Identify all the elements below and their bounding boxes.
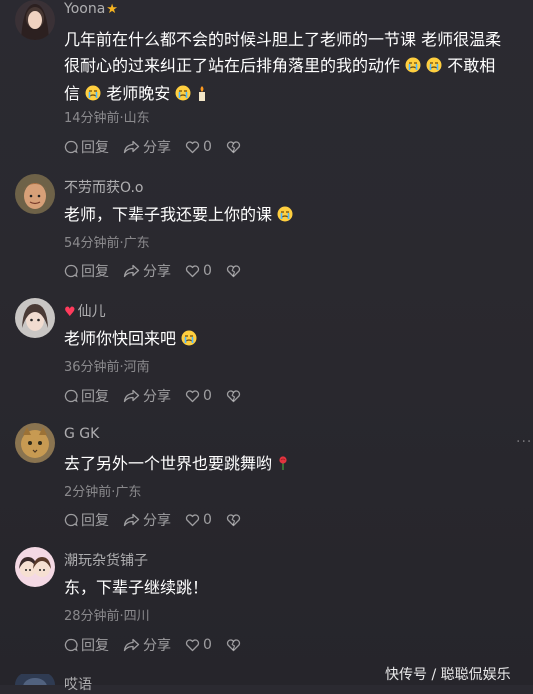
share-icon — [123, 513, 140, 527]
username[interactable]: ♥ 仙儿 — [64, 301, 106, 321]
comment-text: 东，下辈子继续跳！ — [64, 578, 209, 597]
heart-icon — [185, 514, 200, 527]
comment-actions: 回复 分享 0 — [64, 387, 255, 405]
like-count: 0 — [203, 263, 212, 279]
star-icon: ★ — [106, 2, 118, 17]
share-button[interactable]: 分享 — [123, 261, 171, 281]
share-button[interactable]: 分享 — [123, 635, 171, 655]
crying-emoji-icon — [405, 55, 421, 81]
comment-meta: 14分钟前·山东 — [64, 111, 150, 126]
share-button[interactable]: 分享 — [123, 137, 171, 157]
like-button[interactable]: 0 — [185, 263, 212, 279]
comment-text: 老师你快回来吧 — [64, 326, 522, 354]
like-count: 0 — [203, 388, 212, 404]
dislike-button[interactable] — [226, 140, 241, 154]
avatar[interactable] — [15, 423, 55, 463]
like-count: 0 — [203, 139, 212, 155]
username[interactable]: 哎语 — [64, 674, 92, 694]
reply-button[interactable]: 回复 — [64, 261, 109, 281]
heart-icon — [185, 639, 200, 652]
broken-heart-icon — [226, 141, 241, 154]
reply-icon — [64, 638, 78, 652]
avatar[interactable] — [15, 298, 55, 338]
comment-text: 去了另外一个世界也要跳舞哟 — [64, 451, 522, 479]
reply-icon — [64, 264, 78, 278]
broken-heart-icon — [226, 514, 241, 527]
dislike-button[interactable] — [226, 264, 241, 278]
heart-icon — [185, 141, 200, 154]
comment-actions: 回复 分享 0 — [64, 262, 255, 280]
broken-heart-icon — [226, 390, 241, 403]
rose-icon — [277, 453, 289, 479]
more-options-button[interactable]: ··· — [516, 434, 532, 450]
crying-emoji-icon — [175, 83, 191, 109]
username[interactable]: Yoona★ — [64, 1, 118, 17]
reply-button[interactable]: 回复 — [64, 635, 109, 655]
reply-button[interactable]: 回复 — [64, 386, 109, 406]
reply-button[interactable]: 回复 — [64, 510, 109, 530]
comment-meta: 2分钟前·广东 — [64, 485, 142, 500]
share-button[interactable]: 分享 — [123, 510, 171, 530]
avatar[interactable] — [15, 547, 55, 587]
comment-text: 老师，下辈子我还要上你的课 — [64, 202, 522, 230]
like-button[interactable]: 0 — [185, 637, 212, 653]
like-button[interactable]: 0 — [185, 388, 212, 404]
username[interactable]: 潮玩杂货铺子 — [64, 550, 148, 570]
dislike-button[interactable] — [226, 513, 241, 527]
crying-emoji-icon — [181, 328, 197, 354]
heart-icon — [185, 265, 200, 278]
reply-icon — [64, 389, 78, 403]
like-count: 0 — [203, 512, 212, 528]
comment-text: 几年前在什么都不会的时候斗胆上了老师的一节课 老师很温柔 很耐心的过来纠正了站在… — [64, 27, 522, 109]
like-button[interactable]: 0 — [185, 512, 212, 528]
username[interactable]: G GK — [64, 426, 99, 442]
reply-icon — [64, 140, 78, 154]
share-icon — [123, 638, 140, 652]
share-icon — [123, 389, 140, 403]
reply-button[interactable]: 回复 — [64, 137, 109, 157]
comment-meta: 36分钟前·河南 — [64, 360, 150, 375]
broken-heart-icon — [226, 265, 241, 278]
avatar[interactable] — [15, 174, 55, 214]
avatar[interactable] — [15, 672, 55, 685]
like-count: 0 — [203, 637, 212, 653]
comment-actions: 回复 分享 0 — [64, 511, 255, 529]
username[interactable]: 不劳而获O.o — [64, 177, 143, 197]
broken-heart-icon — [226, 639, 241, 652]
comment-actions: 回复 分享 0 — [64, 138, 255, 156]
crying-emoji-icon — [277, 204, 293, 230]
watermark: 快传号 / 聪聪侃娱乐 — [385, 667, 511, 683]
dislike-button[interactable] — [226, 389, 241, 403]
like-button[interactable]: 0 — [185, 139, 212, 155]
avatar[interactable] — [15, 0, 55, 40]
heart-icon — [185, 390, 200, 403]
share-icon — [123, 140, 140, 154]
crying-emoji-icon — [426, 55, 442, 81]
share-button[interactable]: 分享 — [123, 386, 171, 406]
share-icon — [123, 264, 140, 278]
crying-emoji-icon — [85, 83, 101, 109]
reply-icon — [64, 513, 78, 527]
heart-badge-icon: ♥ — [64, 305, 76, 320]
candle-icon — [196, 83, 208, 109]
comment-meta: 54分钟前·广东 — [64, 236, 150, 251]
comment-actions: 回复 分享 0 — [64, 636, 255, 654]
dislike-button[interactable] — [226, 638, 241, 652]
comment-meta: 28分钟前·四川 — [64, 609, 150, 624]
